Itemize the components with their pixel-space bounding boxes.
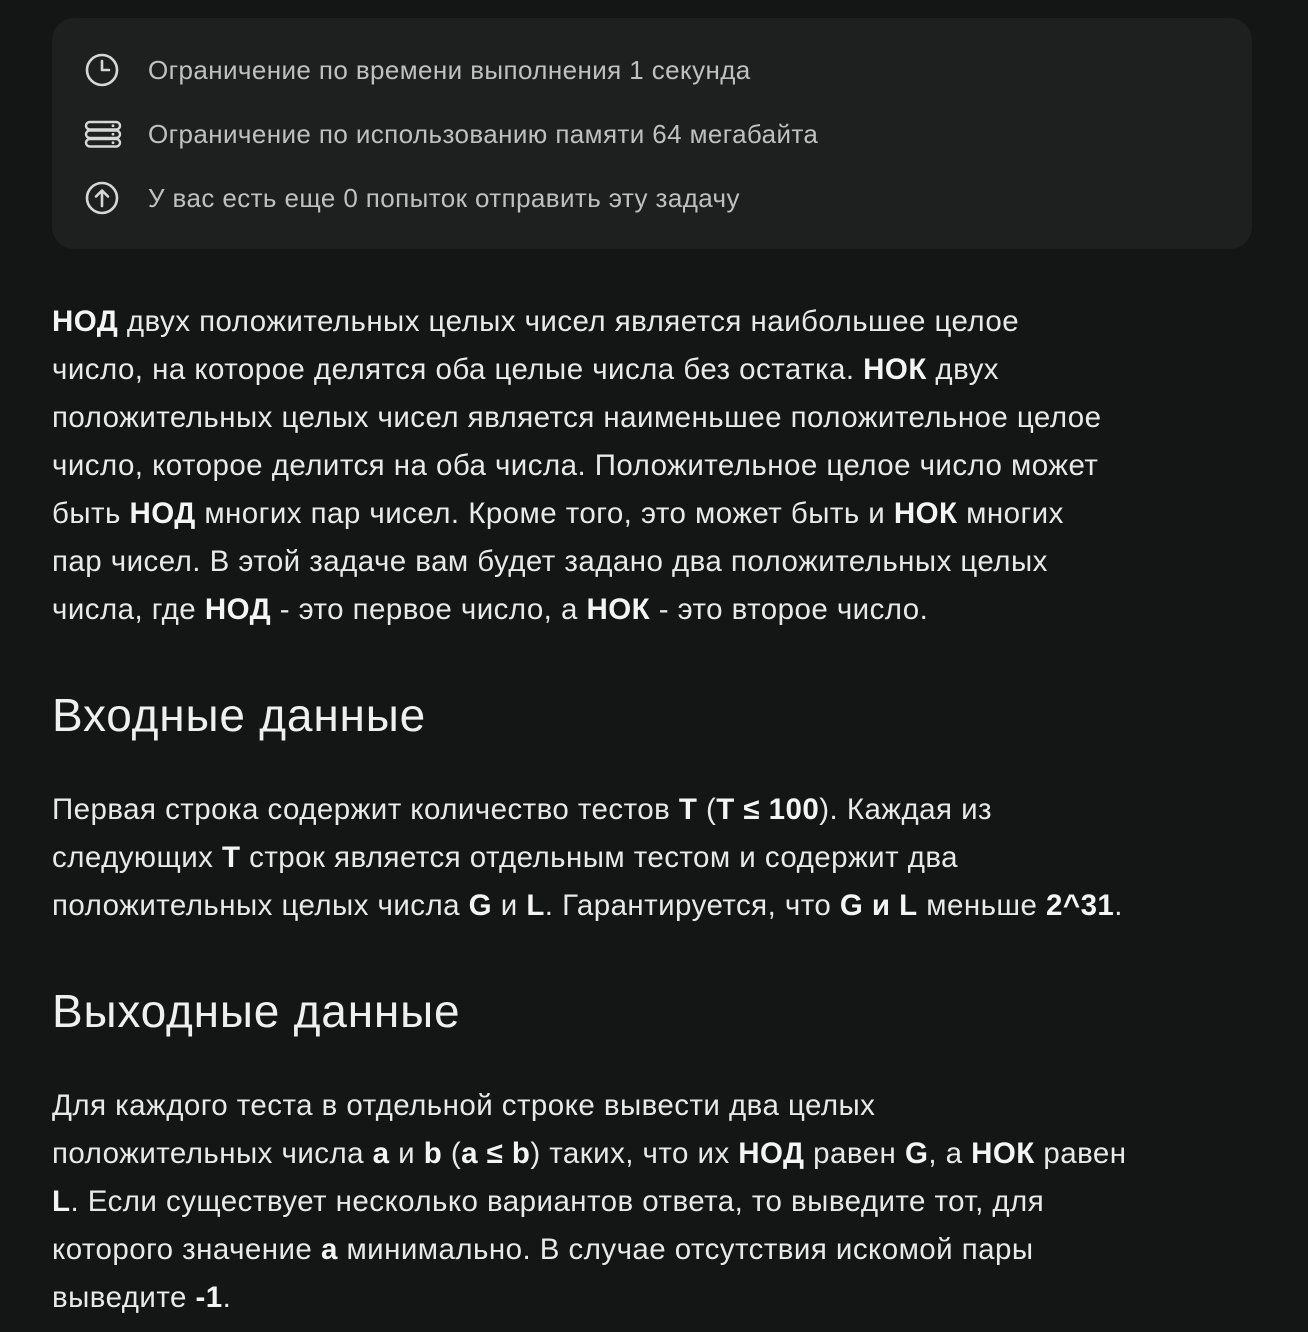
statement-line: быть НОД многих пар чисел. Кроме того, э… <box>52 497 1064 530</box>
output-line: L. Если существует несколько вариантов о… <box>52 1185 1045 1218</box>
input-heading: Входные данные <box>52 689 426 741</box>
statement-line: число, которое делится на оба числа. Пол… <box>52 449 1099 482</box>
term-gcd: НОД <box>52 305 119 338</box>
memory-limit-text: Ограничение по использованию памяти 64 м… <box>148 118 819 149</box>
output-line: которого значение a минимально. В случае… <box>52 1233 1034 1266</box>
time-limit-row: Ограничение по времени выполнения 1 секу… <box>84 52 751 88</box>
statement-line: положительных целых чисел является наиме… <box>52 401 1102 434</box>
attempts-row: У вас есть еще 0 попыток отправить эту з… <box>84 180 740 216</box>
time-limit-text: Ограничение по времени выполнения 1 секу… <box>148 54 751 85</box>
problem-statement: НОД двух положительных целых чисел являе… <box>52 298 1267 634</box>
memory-limit-row: Ограничение по использованию памяти 64 м… <box>84 116 818 152</box>
attempts-text: У вас есть еще 0 попыток отправить эту з… <box>148 182 740 213</box>
input-line: положительных целых числа G и L. Гаранти… <box>52 889 1123 922</box>
term-gcd: НОД <box>129 497 196 530</box>
memory-icon <box>84 116 124 152</box>
upload-arrow-icon <box>84 180 124 216</box>
problem-page: Ограничение по времени выполнения 1 секу… <box>0 0 1308 1332</box>
output-line: выведите -1. <box>52 1281 232 1314</box>
output-description: Для каждого теста в отдельной строке выв… <box>52 1082 1267 1322</box>
statement-line: число, на которое делятся оба целые числ… <box>52 353 999 386</box>
output-heading: Выходные данные <box>52 985 461 1037</box>
input-line: следующих T строк является отдельным тес… <box>52 841 959 874</box>
limits-card: Ограничение по времени выполнения 1 секу… <box>52 18 1252 249</box>
statement-line: числа, где НОД - это первое число, а НОК… <box>52 593 929 626</box>
output-line: положительных числа a и b (a ≤ b) таких,… <box>52 1137 1127 1170</box>
output-line: Для каждого теста в отдельной строке выв… <box>52 1089 876 1122</box>
input-description: Первая строка содержит количество тестов… <box>52 786 1267 930</box>
clock-icon <box>84 52 124 88</box>
statement-line: НОД двух положительных целых чисел являе… <box>52 305 1020 338</box>
input-line: Первая строка содержит количество тестов… <box>52 793 992 826</box>
term-lcm: НОК <box>586 593 651 626</box>
statement-line: пар чисел. В этой задаче вам будет задан… <box>52 545 1048 578</box>
term-gcd: НОД <box>204 593 272 626</box>
term-lcm: НОК <box>893 497 958 530</box>
term-lcm: НОК <box>863 353 927 386</box>
